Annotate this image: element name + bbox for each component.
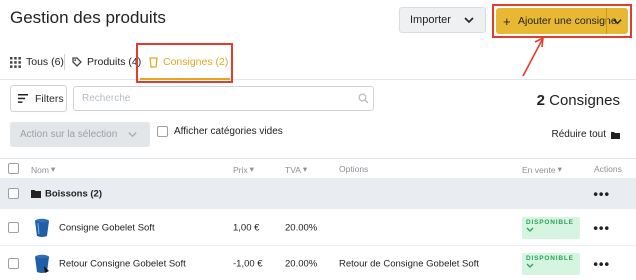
result-count-number: 2 (536, 92, 545, 109)
sort-arrow-icon: ▾ (50, 164, 56, 174)
sort-arrow-icon: ▾ (302, 164, 308, 174)
blue-cup-icon (35, 218, 49, 237)
status-badge-label: DISPONIBLE (526, 218, 574, 226)
product-options: Retour de Consigne Gobelet Soft (339, 258, 479, 269)
column-on-sale[interactable]: En vente ▾ (522, 164, 562, 175)
column-actions-label: Actions (594, 164, 622, 174)
select-all-checkbox[interactable] (8, 163, 19, 174)
table-header: Nom ▾ Prix ▾ TVA ▾ Options En vente ▾ Action… (0, 158, 636, 178)
category-row[interactable]: Boissons (2) ••• (0, 178, 636, 209)
sort-arrow-icon: ▾ (557, 164, 562, 174)
filters-button[interactable]: Filters (10, 85, 67, 112)
column-name-label: Nom (31, 164, 49, 175)
annotation-highlight-box (136, 43, 233, 83)
row-checkbox[interactable] (8, 222, 19, 233)
annotation-highlight-box (492, 4, 632, 38)
category-label: Boissons (2) (45, 188, 103, 199)
chevron-down-icon (128, 132, 137, 138)
tab-divider (64, 54, 65, 70)
column-actions: Actions (594, 164, 622, 174)
table-row[interactable]: Retour Consigne Gobelet Soft -1,00 € 20.… (0, 246, 636, 280)
folder-icon (611, 131, 620, 139)
column-price[interactable]: Prix ▾ (233, 164, 254, 175)
collapse-all-label: Réduire tout (551, 129, 606, 140)
column-name[interactable]: Nom ▾ (31, 164, 55, 175)
chevron-down-icon (464, 17, 474, 24)
product-vat: 20.00% (285, 222, 318, 233)
product-name: Retour Consigne Gobelet Soft (59, 258, 186, 269)
show-empty-categories-label: Afficher catégories vides (174, 126, 283, 137)
status-badge-label: DISPONIBLE (526, 254, 574, 262)
result-count-label: Consignes (549, 92, 620, 109)
checkbox[interactable] (157, 126, 168, 137)
product-price: 1,00 € (233, 222, 260, 233)
result-count: 2 Consignes (537, 92, 620, 109)
chevron-down-icon (526, 227, 534, 232)
search-input[interactable] (73, 86, 374, 111)
blue-cup-return-icon (35, 254, 49, 273)
grid-icon (10, 56, 21, 68)
folder-open-icon (31, 190, 41, 198)
tab-products[interactable]: Produits (4) (72, 52, 141, 72)
status-badge[interactable]: DISPONIBLE (522, 252, 580, 275)
row-checkbox[interactable] (8, 188, 19, 199)
collapse-all-button[interactable]: Réduire tout (552, 129, 620, 140)
status-badge[interactable]: DISPONIBLE (522, 216, 580, 239)
page-title: Gestion des produits (10, 8, 166, 27)
column-options: Options (339, 164, 368, 174)
filters-label: Filters (35, 92, 64, 105)
import-label: Importer (410, 14, 451, 26)
column-options-label: Options (339, 164, 369, 174)
more-actions-icon[interactable]: ••• (593, 256, 610, 271)
search-icon (358, 93, 369, 104)
sort-arrow-icon: ▾ (249, 164, 254, 174)
tab-products-label: Produits (4) (87, 56, 142, 68)
chevron-down-icon (526, 263, 534, 268)
import-button[interactable]: Importer (399, 7, 486, 33)
column-on-sale-label: En vente (522, 164, 556, 175)
more-actions-icon[interactable]: ••• (593, 186, 610, 201)
filter-lines-icon (18, 94, 28, 103)
column-price-label: Prix (233, 164, 248, 175)
bulk-action-label: Action sur la sélection (20, 129, 118, 140)
tab-all-label: Tous (6) (26, 56, 64, 68)
product-vat: 20.00% (285, 258, 318, 269)
tab-all[interactable]: Tous (6) (10, 52, 64, 72)
column-vat[interactable]: TVA ▾ (285, 164, 307, 175)
product-price: -1,00 € (233, 258, 263, 269)
tag-icon (72, 57, 82, 67)
column-vat-label: TVA (285, 164, 301, 175)
bulk-action-select[interactable]: Action sur la sélection (10, 122, 150, 147)
more-actions-icon[interactable]: ••• (593, 220, 610, 235)
show-empty-categories-toggle[interactable]: Afficher catégories vides (157, 126, 283, 137)
product-name: Consigne Gobelet Soft (59, 222, 155, 233)
row-checkbox[interactable] (8, 258, 19, 269)
table-row[interactable]: Consigne Gobelet Soft 1,00 € 20.00% DISP… (0, 210, 636, 246)
